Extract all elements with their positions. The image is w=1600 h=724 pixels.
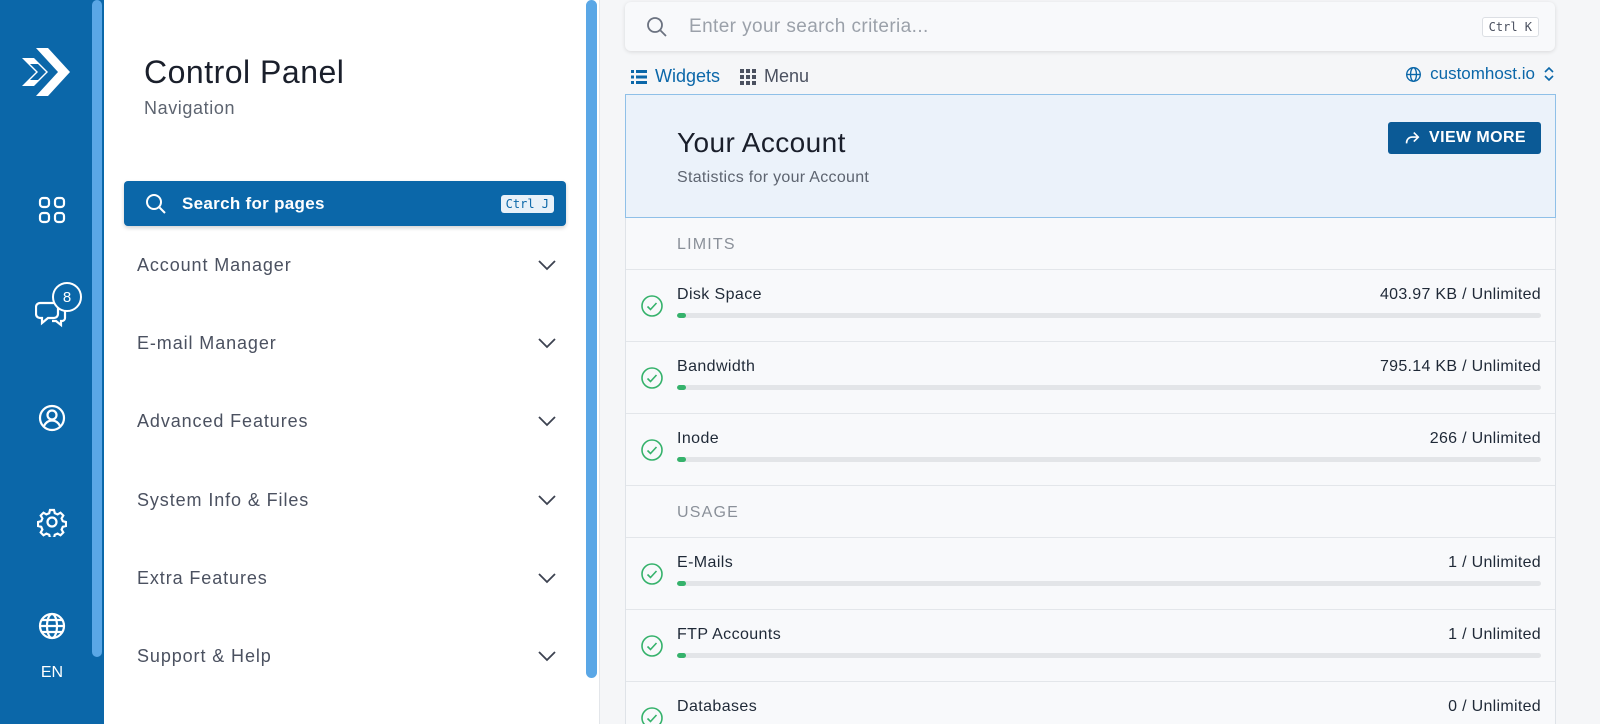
- stat-row-databases: Databases 0 / Unlimited: [626, 682, 1555, 724]
- stat-row-inode: Inode 266 / Unlimited: [626, 414, 1555, 486]
- chevron-down-icon: [537, 646, 557, 666]
- chevron-down-icon: [537, 255, 557, 275]
- nav-item-label: Advanced Features: [137, 410, 309, 431]
- nav-item-label: E-mail Manager: [137, 332, 277, 353]
- domain-selector[interactable]: customhost.io: [1405, 64, 1555, 84]
- stat-row-emails: E-Mails 1 / Unlimited: [626, 538, 1555, 610]
- account-card: Your Account Statistics for your Account…: [625, 94, 1556, 724]
- search-icon: [144, 192, 168, 216]
- progress-bar: [677, 581, 1541, 586]
- page-search-shortcut: Ctrl J: [500, 194, 554, 213]
- search-icon: [645, 15, 669, 39]
- progress-bar: [677, 385, 1541, 390]
- dashboard-grid-icon[interactable]: [34, 192, 70, 228]
- chevron-down-icon: [537, 411, 557, 431]
- view-more-button[interactable]: VIEW MORE: [1388, 122, 1541, 154]
- check-circle-icon: [640, 562, 664, 586]
- nav-subtitle: Navigation: [144, 98, 236, 118]
- nav-item-support-help[interactable]: Support & Help: [137, 641, 557, 671]
- nav-item-system-info-files[interactable]: System Info & Files: [137, 485, 557, 515]
- tab-label: Menu: [764, 66, 810, 86]
- stat-value: 403.97 KB / Unlimited: [1379, 286, 1541, 303]
- progress-fill: [677, 653, 686, 658]
- domain-name: customhost.io: [1430, 64, 1535, 83]
- stat-row-bandwidth: Bandwidth 795.14 KB / Unlimited: [626, 342, 1555, 414]
- check-circle-icon: [640, 366, 664, 390]
- nav-item-extra-features[interactable]: Extra Features: [137, 563, 557, 593]
- stat-value: 266 / Unlimited: [1429, 430, 1541, 447]
- nav-item-account-manager[interactable]: Account Manager: [137, 250, 557, 280]
- navigation-panel: Control Panel Navigation Search for page…: [104, 0, 600, 724]
- nav-scrollbar[interactable]: [586, 0, 597, 678]
- page-search-button[interactable]: Search for pages Ctrl J: [124, 181, 566, 226]
- progress-fill: [677, 313, 686, 318]
- rail-scrollbar[interactable]: [92, 0, 102, 657]
- chevron-down-icon: [537, 333, 557, 353]
- view-more-label: VIEW MORE: [1429, 129, 1526, 146]
- progress-bar: [677, 653, 1541, 658]
- stat-name: Bandwidth: [677, 358, 756, 375]
- page-search-label: Search for pages: [182, 193, 325, 213]
- stat-value: 0 / Unlimited: [1448, 698, 1541, 715]
- section-label: USAGE: [677, 504, 740, 521]
- icon-rail: 8 EN: [0, 0, 104, 724]
- tab-label: Widgets: [655, 66, 721, 86]
- stat-name: Disk Space: [677, 286, 762, 303]
- nav-title: Control Panel: [144, 54, 345, 90]
- check-circle-icon: [640, 706, 664, 724]
- check-circle-icon: [640, 634, 664, 658]
- account-card-header: Your Account Statistics for your Account…: [625, 94, 1556, 218]
- nav-item-label: System Info & Files: [137, 489, 310, 510]
- app-root: 8 EN Control Panel Navigation Search for…: [0, 0, 1600, 724]
- global-search[interactable]: Ctrl K: [625, 2, 1555, 51]
- progress-fill: [677, 385, 686, 390]
- stat-row-disk-space: Disk Space 403.97 KB / Unlimited: [626, 270, 1555, 342]
- globe-icon: [1406, 66, 1422, 82]
- gear-icon[interactable]: [34, 504, 70, 540]
- chevron-down-icon: [537, 490, 557, 510]
- stat-row-ftp-accounts: FTP Accounts 1 / Unlimited: [626, 610, 1555, 682]
- section-usage: USAGE: [626, 486, 1555, 538]
- brand-logo-icon[interactable]: [20, 44, 72, 100]
- nav-item-email-manager[interactable]: E-mail Manager: [137, 328, 557, 358]
- main-content: Ctrl K Widgets Menu: [600, 0, 1600, 724]
- progress-bar: [677, 313, 1541, 318]
- language-selector[interactable]: EN: [0, 664, 104, 682]
- chevron-down-icon: [537, 568, 557, 588]
- card-title: Your Account: [677, 127, 846, 158]
- globe-icon[interactable]: [34, 608, 70, 644]
- nav-item-label: Extra Features: [137, 567, 268, 588]
- chat-badge: 8: [52, 282, 82, 312]
- list-icon: [631, 69, 647, 84]
- progress-fill: [677, 457, 686, 462]
- view-tabs: Widgets Menu: [631, 66, 809, 87]
- stat-name: FTP Accounts: [677, 626, 782, 643]
- section-limits: LIMITS: [626, 218, 1555, 270]
- share-arrow-icon: [1405, 132, 1420, 144]
- check-circle-icon: [640, 294, 664, 318]
- stat-value: 1 / Unlimited: [1448, 554, 1541, 571]
- chevron-updown-icon: [1544, 66, 1554, 82]
- tab-widgets[interactable]: Widgets: [631, 66, 720, 87]
- stat-value: 1 / Unlimited: [1448, 626, 1541, 643]
- user-circle-icon[interactable]: [34, 400, 70, 436]
- card-subtitle: Statistics for your Account: [677, 169, 870, 186]
- stat-name: Inode: [677, 430, 720, 447]
- section-label: LIMITS: [677, 236, 736, 253]
- grid-icon: [740, 68, 757, 85]
- tab-menu[interactable]: Menu: [740, 66, 809, 87]
- check-circle-icon: [640, 438, 664, 462]
- nav-item-advanced-features[interactable]: Advanced Features: [137, 406, 557, 436]
- progress-bar: [677, 457, 1541, 462]
- stat-name: E-Mails: [677, 554, 734, 571]
- search-shortcut: Ctrl K: [1481, 16, 1539, 37]
- nav-item-label: Support & Help: [137, 645, 272, 666]
- progress-fill: [677, 581, 686, 586]
- nav-item-label: Account Manager: [137, 254, 292, 275]
- stat-name: Databases: [677, 698, 758, 715]
- search-input[interactable]: [689, 15, 1449, 38]
- stat-value: 795.14 KB / Unlimited: [1379, 358, 1541, 375]
